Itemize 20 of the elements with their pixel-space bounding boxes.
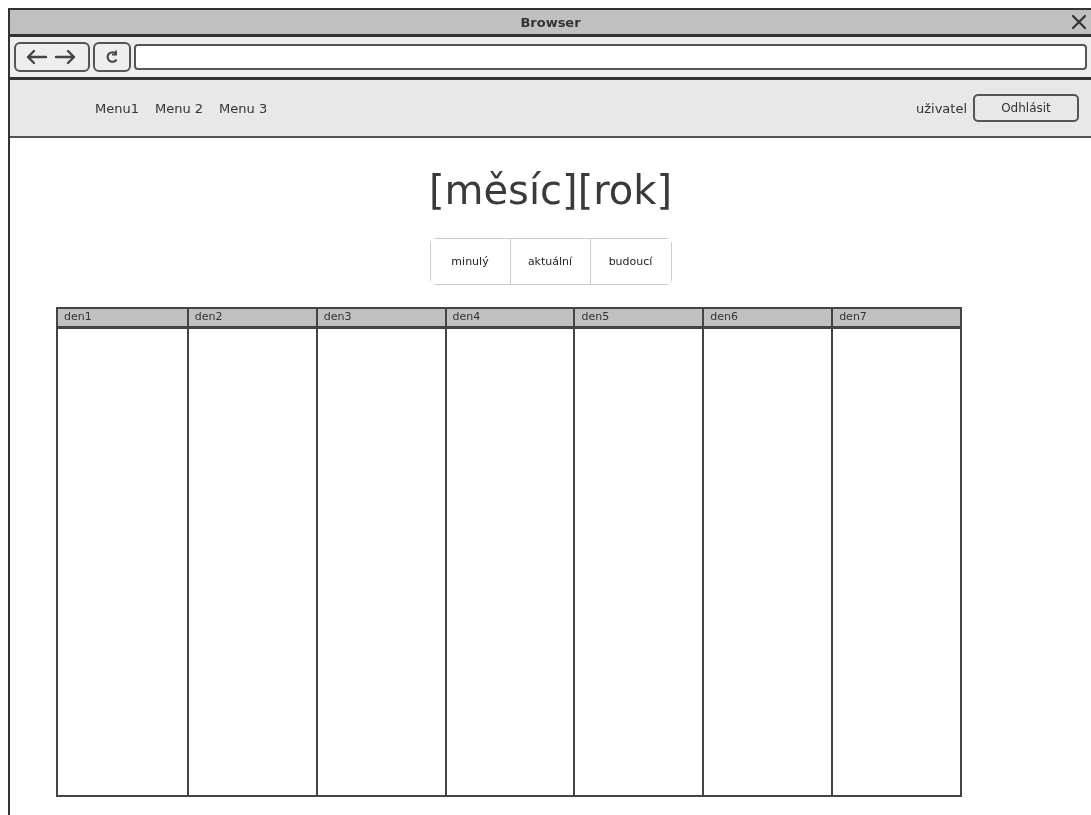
reload-button[interactable] [93, 42, 131, 72]
window-title: Browser [520, 14, 581, 30]
period-button[interactable]: minulý [430, 239, 511, 284]
logout-button[interactable]: Odhlásit [973, 94, 1079, 122]
user-label: uživatel [915, 100, 967, 116]
close-icon[interactable] [1071, 14, 1087, 30]
menu-link[interactable]: Menu 3 [219, 100, 268, 116]
address-field[interactable] [134, 44, 1087, 70]
menu-link[interactable]: Menu1 [95, 100, 139, 116]
back-forward-button[interactable] [14, 42, 90, 72]
menu-link[interactable]: Menu 2 [154, 100, 204, 116]
column-header: den3 [315, 309, 445, 329]
column-header: den4 [444, 309, 574, 329]
reload-icon [104, 49, 120, 65]
column-header: den2 [186, 309, 316, 329]
column-header: den5 [573, 309, 703, 329]
page-heading: [měsíc][rok] [428, 166, 673, 214]
column-header: den7 [831, 309, 960, 329]
column-header: den1 [58, 309, 187, 329]
column-header: den6 [702, 309, 832, 329]
